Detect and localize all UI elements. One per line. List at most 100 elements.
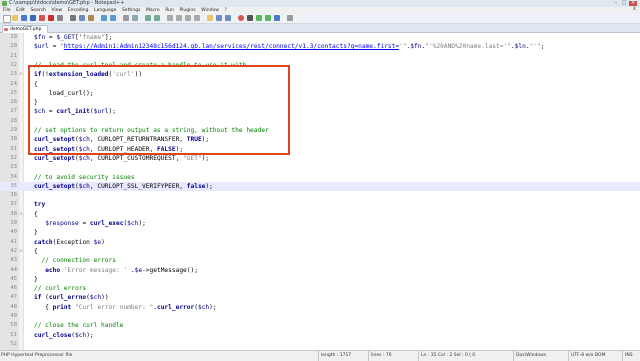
code-token: print [52,303,72,311]
code-token: ); [205,182,213,190]
code-line[interactable]: 50 // close the curl handle [0,321,640,330]
code-text: { print "Curl error number: ".curl_error… [34,303,217,312]
code-line[interactable]: 34 // to avoid security issues [0,173,640,182]
close-all-icon[interactable] [48,15,54,21]
code-line[interactable]: 41 catch(Exception $e) [0,238,640,247]
fold-marker-icon[interactable]: ⊟ [19,70,23,79]
show-all-chars-icon[interactable] [185,15,191,21]
code-token: $ch [89,294,102,302]
code-token: (Exception [52,238,94,246]
code-token: curl_setopt [34,154,75,162]
open-file-icon[interactable] [12,15,18,21]
code-token: $ch [127,220,139,227]
new-file-icon[interactable] [3,15,11,23]
minimize-button[interactable]: – [612,1,620,6]
redo-icon[interactable] [110,15,116,21]
code-line[interactable]: 51 curl_close($ch); [0,331,640,340]
code-line[interactable]: 35 curl_setopt($ch, CURLOPT_SSL_VERIFYPEE… [0,181,640,192]
fold-marker-icon[interactable]: ⊟ [19,210,23,219]
code-line[interactable]: 39 $response = curl_exec($ch); [0,219,640,228]
code-text: $url = "https://Admin1:Admin12348c156d12… [34,42,544,51]
line-number: 49 [10,313,17,319]
window-title: C:\xampp\htdocs\demo\GET.php - Notepad++ [9,0,125,6]
code-text: try [34,200,45,209]
word-wrap-icon[interactable] [176,15,182,21]
code-line[interactable]: 46 // curl errors [0,284,640,293]
code-line[interactable]: 33 [0,163,640,172]
find-icon[interactable] [123,15,129,21]
code-token: ) [101,238,105,246]
code-line[interactable]: 37 try [0,200,640,209]
code-line[interactable]: 19 $fn = $_GET['fname']; [0,33,640,42]
code-line[interactable]: 21 [0,52,640,61]
code-line[interactable]: 48 { print "Curl error number: ".curl_er… [0,303,640,312]
sync-scroll-icon[interactable] [167,15,173,21]
code-line[interactable]: 40} [0,228,640,237]
code-token: $response [45,220,79,227]
play-macro-multiple-icon[interactable] [265,15,271,21]
line-number: 34 [10,173,17,180]
line-number: 35 [10,182,17,189]
replace-icon[interactable] [132,15,138,21]
code-text: $fn = $_GET['fname']; [34,33,112,42]
paste-icon[interactable] [88,15,94,21]
zoom-in-icon[interactable] [145,15,151,21]
folder-icon[interactable] [207,15,213,21]
code-line[interactable]: 43 // connection errors [0,256,640,265]
toolbar [0,13,640,24]
line-number: 39 [10,220,17,226]
code-text: } [34,228,38,237]
code-line[interactable]: 45} [0,275,640,284]
code-token: { [34,303,53,311]
save-macro-icon[interactable] [274,15,280,21]
code-line[interactable]: 49 [0,312,640,321]
line-number: 33 [10,164,17,171]
code-text: { [34,247,38,256]
code-line[interactable]: 44 echo 'Error message: ' .$e->getMessag… [0,266,640,275]
document-map-icon[interactable] [216,15,222,21]
undo-icon[interactable] [101,15,107,21]
close-file-icon[interactable] [39,15,45,21]
code-token: } [34,229,38,237]
fold-marker-icon[interactable]: ⊟ [19,247,23,256]
save-icon[interactable] [21,15,27,21]
close-window-button[interactable]: × [629,1,637,6]
code-token: curl_setopt [34,182,75,190]
zoom-out-icon[interactable] [154,15,160,21]
code-line[interactable]: 20 $url = "https://Admin1:Admin12348c156d… [0,42,640,51]
line-number: 44 [10,266,17,273]
code-token: $fn [34,34,46,41]
code-token: $_GET [56,34,76,41]
code-line[interactable]: 47 if (curl_errno($ch)) [0,293,640,302]
code-token: fname [82,34,102,41]
line-number: 32 [10,154,17,161]
save-all-icon[interactable] [30,15,36,21]
line-number: 37 [10,201,17,208]
stop-macro-icon[interactable] [247,15,253,21]
copy-icon[interactable] [79,15,85,21]
code-text: } [34,275,38,284]
record-macro-icon[interactable] [238,15,244,21]
code-line[interactable]: 38 ⊟ { [0,210,640,219]
code-text: echo 'Error message: ' .$e->getMessage()… [34,266,198,275]
code-token: ']; [101,34,113,41]
code-token: ); [209,303,217,311]
cut-icon[interactable] [70,15,76,21]
code-line[interactable]: 42 ⊟ { [0,247,640,256]
indent-guide-icon[interactable] [194,15,200,21]
code-line[interactable]: 36 [0,191,640,200]
function-list-icon[interactable] [225,15,231,21]
tab-demoget[interactable]: demoGET.php [2,25,49,33]
code-line[interactable]: 32 curl_setopt($ch, CURLOPT_CUSTOMREQUEST… [0,154,640,163]
code-token: curl_error [156,303,195,311]
play-macro-icon[interactable] [256,15,262,21]
code-editor[interactable]: 19 $fn = $_GET['fname']; 20 $url = "https:/… [0,33,640,350]
print-icon[interactable] [57,15,63,21]
maximize-button[interactable]: □ [620,1,628,6]
notepadpp-icon [2,1,7,6]
line-number: 51 [10,331,17,338]
abc-icon[interactable] [287,15,293,21]
code-line[interactable]: 52 [0,340,640,349]
unsaved-file-icon [4,28,8,31]
